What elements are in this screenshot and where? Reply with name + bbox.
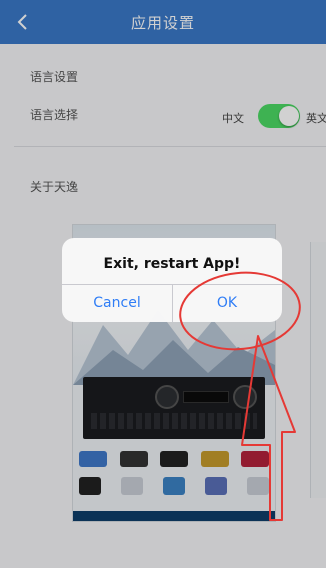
restart-alert-dialog: Exit, restart App! Cancel OK	[62, 238, 282, 322]
alert-message: Exit, restart App!	[103, 256, 241, 272]
cancel-button[interactable]: Cancel	[62, 284, 172, 322]
ok-button[interactable]: OK	[172, 284, 282, 322]
